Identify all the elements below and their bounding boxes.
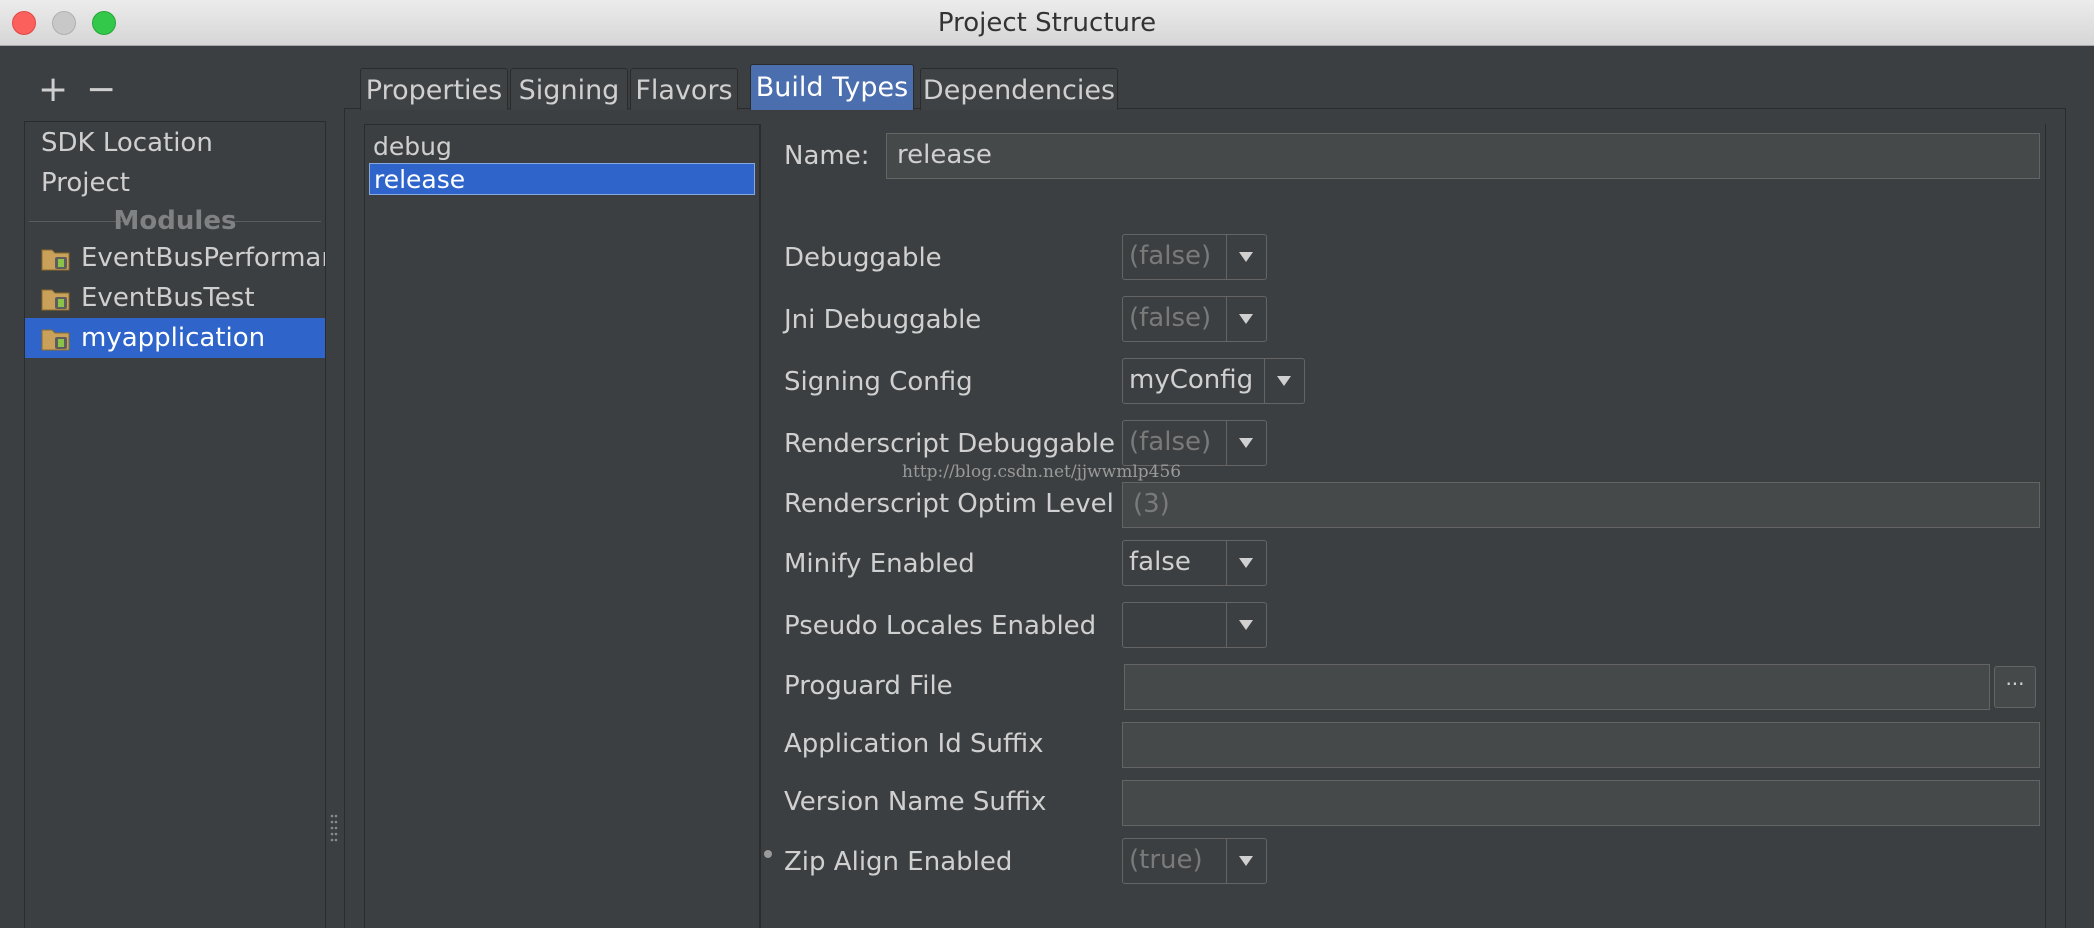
name-label: Name: <box>784 141 870 171</box>
zip-align-enabled-value: (true) <box>1129 845 1203 875</box>
signing-config-label: Signing Config <box>784 367 973 397</box>
indicator-dot <box>764 850 772 858</box>
remove-button[interactable]: − <box>86 70 116 110</box>
minify-enabled-label: Minify Enabled <box>784 549 975 579</box>
chevron-down-icon[interactable] <box>1227 541 1265 585</box>
chevron-down-icon[interactable] <box>1227 297 1265 341</box>
proguard-file-input[interactable] <box>1124 664 1990 710</box>
build-types-list: debug release <box>364 124 760 928</box>
renderscript-optim-level-input[interactable]: (3) <box>1122 482 2040 528</box>
module-label: EventBusTest <box>81 283 255 313</box>
build-type-item-release[interactable]: release <box>369 163 755 195</box>
signing-config-value: myConfig <box>1129 365 1254 395</box>
debuggable-label: Debuggable <box>784 243 942 273</box>
window-title: Project Structure <box>937 8 1157 38</box>
name-input[interactable]: release <box>886 133 2040 179</box>
add-button[interactable]: + <box>38 70 68 110</box>
sidebar-item-module-selected[interactable]: myapplication <box>25 318 325 358</box>
modules-section-header: Modules <box>25 202 327 240</box>
proguard-file-label: Proguard File <box>784 671 953 701</box>
sidebar: SDK Location Project Modules EventBusPer… <box>24 121 326 928</box>
pseudo-locales-enabled-label: Pseudo Locales Enabled <box>784 611 1097 641</box>
zip-align-enabled-combo[interactable]: (true) <box>1122 838 1267 884</box>
tab-signing[interactable]: Signing <box>510 68 628 110</box>
debuggable-value: (false) <box>1129 241 1212 271</box>
title-bar: Project Structure <box>0 0 2094 46</box>
list-divider <box>760 124 761 928</box>
renderscript-debuggable-value: (false) <box>1129 427 1212 457</box>
jni-debuggable-label: Jni Debuggable <box>784 305 982 335</box>
renderscript-debuggable-label: Renderscript Debuggable <box>784 429 1115 459</box>
version-name-suffix-label: Version Name Suffix <box>784 787 1047 817</box>
application-id-suffix-input[interactable] <box>1122 722 2040 768</box>
android-module-folder-icon <box>41 249 70 271</box>
watermark: http://blog.csdn.net/jjwwmlp456 <box>902 462 1182 482</box>
sidebar-item-module[interactable]: EventBusTest <box>25 278 325 318</box>
application-id-suffix-label: Application Id Suffix <box>784 729 1044 759</box>
jni-debuggable-value: (false) <box>1129 303 1212 333</box>
chevron-down-icon[interactable] <box>1227 235 1265 279</box>
chevron-down-icon[interactable] <box>1265 359 1303 403</box>
pseudo-locales-enabled-combo[interactable] <box>1122 602 1267 648</box>
debuggable-combo[interactable]: (false) <box>1122 234 1267 280</box>
modules-header-label: Modules <box>113 206 237 236</box>
android-module-folder-icon <box>41 329 70 351</box>
signing-config-combo[interactable]: myConfig <box>1122 358 1305 404</box>
module-label: EventBusPerformance <box>81 243 325 273</box>
renderscript-optim-level-label: Renderscript Optim Level <box>784 489 1114 519</box>
chevron-down-icon[interactable] <box>1227 603 1265 647</box>
zip-align-enabled-label: Zip Align Enabled <box>784 847 1013 877</box>
splitter-handle[interactable] <box>330 812 338 846</box>
minify-enabled-value: false <box>1129 547 1191 577</box>
jni-debuggable-combo[interactable]: (false) <box>1122 296 1267 342</box>
tab-dependencies[interactable]: Dependencies <box>920 68 1118 110</box>
tab-build-types[interactable]: Build Types <box>750 64 914 110</box>
sidebar-item-module[interactable]: EventBusPerformance <box>25 238 325 278</box>
minify-enabled-combo[interactable]: false <box>1122 540 1267 586</box>
sidebar-item-sdk-location[interactable]: SDK Location <box>41 124 213 162</box>
tab-flavors[interactable]: Flavors <box>630 68 738 110</box>
version-name-suffix-input[interactable] <box>1122 780 2040 826</box>
sidebar-item-project[interactable]: Project <box>41 164 130 202</box>
tab-properties[interactable]: Properties <box>360 68 508 110</box>
android-module-folder-icon <box>41 289 70 311</box>
chevron-down-icon[interactable] <box>1227 839 1265 883</box>
renderscript-debuggable-combo[interactable]: (false) <box>1122 420 1267 466</box>
browse-button[interactable]: ··· <box>1994 666 2036 708</box>
chevron-down-icon[interactable] <box>1227 421 1265 465</box>
build-type-item-debug[interactable]: debug <box>369 131 755 163</box>
module-label: myapplication <box>81 323 266 353</box>
